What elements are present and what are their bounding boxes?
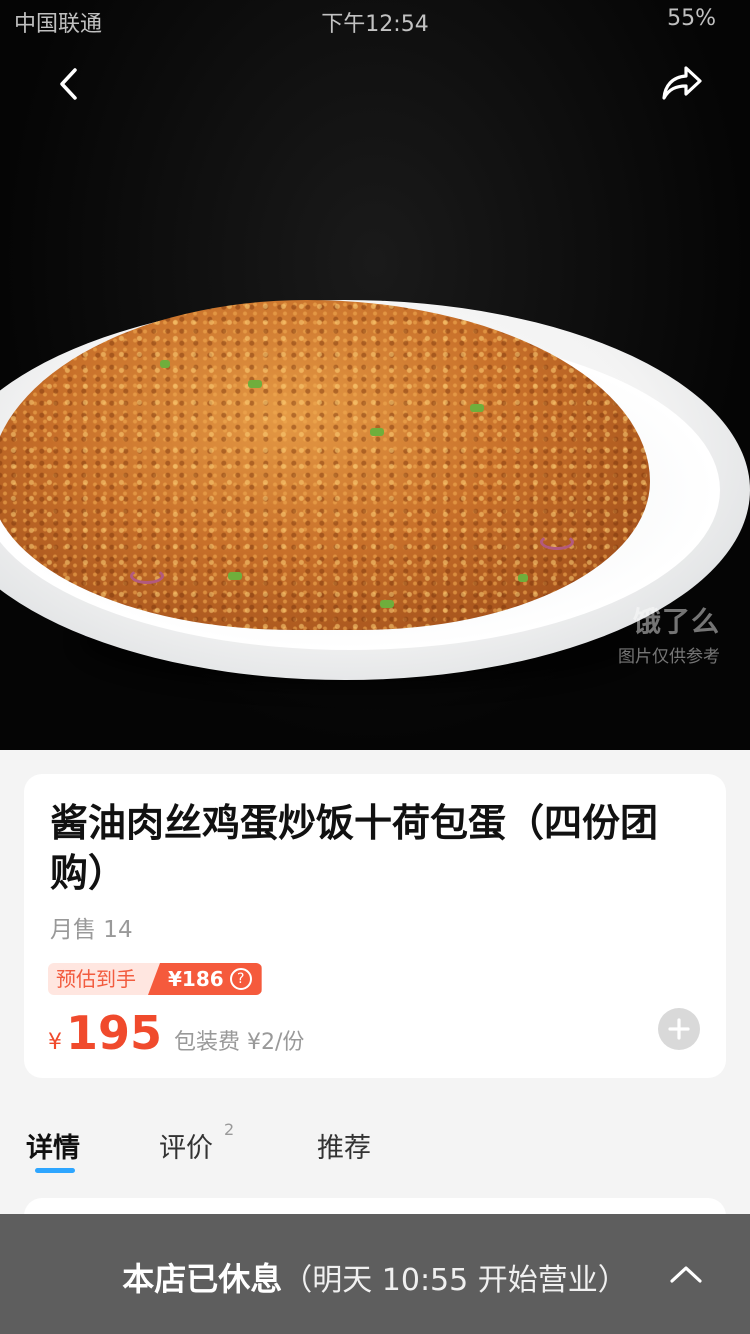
product-info-card: 酱油肉丝鸡蛋炒饭十荷包蛋（四份团购） 月售 14 预估到手 ¥186 ? ¥ 1… <box>24 774 726 1078</box>
estimate-label: 预估到手 <box>48 963 160 995</box>
scallion <box>248 380 262 388</box>
scallion <box>518 574 528 582</box>
price: 195 <box>66 1006 163 1060</box>
expand-button[interactable] <box>666 1254 706 1294</box>
watermark-note: 图片仅供参考 <box>618 647 720 667</box>
reopen-note: （明天 10:55 开始营业） <box>282 1263 628 1298</box>
plus-icon <box>668 1018 690 1040</box>
estimate-value-box: ¥186 ? <box>148 963 262 995</box>
onion-slice <box>130 568 164 584</box>
scallion <box>228 572 242 580</box>
add-to-cart-button[interactable] <box>658 1008 700 1050</box>
battery-level: 55% <box>667 6 716 31</box>
scallion <box>380 600 394 608</box>
shop-closed-bar[interactable]: 本店已休息（明天 10:55 开始营业） <box>0 1214 750 1334</box>
closed-message: 本店已休息（明天 10:55 开始营业） <box>0 1254 750 1300</box>
watermark: 饿了么 图片仅供参考 <box>618 600 720 667</box>
question-circle-icon[interactable]: ? <box>229 968 252 990</box>
scallion <box>160 360 170 368</box>
scallion <box>470 404 484 412</box>
share-button[interactable] <box>654 56 710 112</box>
monthly-sales: 月售 14 <box>50 917 133 943</box>
chevron-left-icon <box>60 68 77 100</box>
scallion <box>370 428 384 436</box>
estimated-price-badge[interactable]: 预估到手 ¥186 ? <box>48 963 262 995</box>
price-row: ¥ 195 包装费 ¥2/份 <box>48 1006 304 1060</box>
estimate-value: ¥186 <box>168 967 224 991</box>
tab-details[interactable]: 详情 <box>26 1126 80 1165</box>
active-tab-indicator <box>35 1168 75 1173</box>
tab-recommend[interactable]: 推荐 <box>317 1126 371 1165</box>
onion-slice <box>540 534 574 550</box>
tab-label: 详情 <box>26 1133 80 1164</box>
currency-symbol: ¥ <box>48 1030 62 1055</box>
packing-fee: 包装费 ¥2/份 <box>174 1030 305 1055</box>
share-arrow-icon <box>662 66 702 100</box>
status-bar: 中国联通 下午12:54 55% <box>0 0 750 40</box>
tab-label: 评价 <box>159 1133 213 1164</box>
closed-status: 本店已休息 <box>122 1260 283 1298</box>
back-button[interactable] <box>40 56 96 112</box>
clock: 下午12:54 <box>321 12 429 37</box>
tab-bar: 详情 评价 2 推荐 <box>0 1118 750 1178</box>
tab-reviews[interactable]: 评价 2 <box>159 1120 234 1165</box>
watermark-logo: 饿了么 <box>632 605 720 638</box>
chevron-up-icon <box>670 1266 702 1283</box>
review-count: 2 <box>224 1120 235 1139</box>
tab-label: 推荐 <box>317 1133 371 1164</box>
product-title: 酱油肉丝鸡蛋炒饭十荷包蛋（四份团购） <box>50 801 659 895</box>
product-photo: 饿了么 图片仅供参考 <box>0 0 750 750</box>
